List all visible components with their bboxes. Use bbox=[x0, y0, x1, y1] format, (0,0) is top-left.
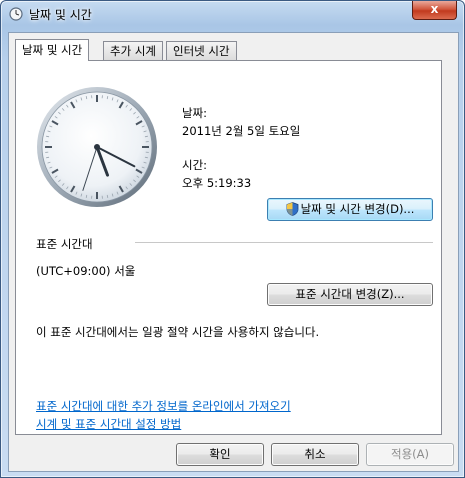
time-value: 오후 5:19:33 bbox=[182, 176, 252, 190]
tab-panel: 날짜: 2011년 2월 5일 토요일 시간: 오후 5:19:33 날짜 및 … bbox=[15, 60, 442, 435]
close-button[interactable]: x bbox=[412, 1, 457, 20]
date-value: 2011년 2월 5일 토요일 bbox=[182, 124, 301, 138]
date-label: 날짜: bbox=[182, 106, 208, 120]
dialog-window: 날짜 및 시간 x 날짜 및 시간 추가 시계 인터넷 시간 날짜: 2011년… bbox=[0, 0, 465, 478]
window-title: 날짜 및 시간 bbox=[29, 8, 92, 22]
cancel-button[interactable]: 취소 bbox=[271, 443, 359, 466]
change-timezone-button[interactable]: 표준 시간대 변경(Z)... bbox=[267, 283, 433, 306]
ok-button[interactable]: 확인 bbox=[176, 443, 264, 466]
timezone-value: (UTC+09:00) 서울 bbox=[36, 264, 136, 278]
change-date-time-button[interactable]: 날짜 및 시간 변경(D)... bbox=[267, 198, 433, 221]
tab-date-time[interactable]: 날짜 및 시간 bbox=[15, 39, 90, 61]
clock-timezone-help-link[interactable]: 시계 및 표준 시간대 설정 방법 bbox=[36, 416, 181, 432]
change-date-time-label: 날짜 및 시간 변경(D)... bbox=[300, 202, 415, 216]
online-timezone-info-link[interactable]: 표준 시간대에 대한 추가 정보를 온라인에서 가져오기 bbox=[36, 398, 291, 414]
timezone-divider bbox=[135, 242, 433, 243]
timezone-section-label: 표준 시간대 bbox=[36, 237, 93, 251]
apply-button[interactable]: 적용(A) bbox=[366, 443, 454, 466]
dialog-client: 날짜 및 시간 추가 시계 인터넷 시간 날짜: 2011년 2월 5일 토요일… bbox=[8, 32, 459, 472]
uac-shield-icon bbox=[286, 202, 298, 216]
tab-internet-time[interactable]: 인터넷 시간 bbox=[166, 41, 237, 60]
time-label: 시간: bbox=[182, 158, 208, 172]
analog-clock bbox=[37, 87, 157, 207]
clock-icon bbox=[9, 7, 23, 21]
dst-note: 이 표준 시간대에서는 일광 절약 시간을 사용하지 않습니다. bbox=[36, 325, 320, 339]
tab-additional-clocks[interactable]: 추가 시계 bbox=[103, 41, 163, 60]
title-bar[interactable]: 날짜 및 시간 x bbox=[1, 1, 464, 27]
